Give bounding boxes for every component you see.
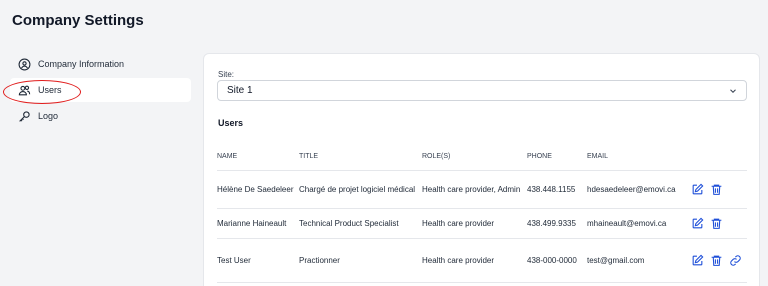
sidebar-item-users[interactable]: Users <box>10 78 191 102</box>
key-icon <box>18 110 31 123</box>
users-table: NAME TITLE ROLE(S) PHONE EMAIL Hélène De… <box>217 144 747 283</box>
edit-icon[interactable] <box>691 217 704 230</box>
users-panel: Site: Site 1 Users NAME TITLE ROLE(S) PH… <box>203 53 760 286</box>
column-header-name: NAME <box>217 144 299 171</box>
page-title: Company Settings <box>12 12 144 29</box>
trash-icon[interactable] <box>710 183 723 196</box>
users-heading: Users <box>218 118 244 128</box>
cell-roles: Health care provider <box>422 208 527 239</box>
cell-title: Chargé de projet logiciel médical <box>299 170 422 209</box>
cell-email: mhaineault@emovi.ca <box>587 208 691 239</box>
cell-phone: 438.499.9335 <box>527 208 587 239</box>
table-header-row: NAME TITLE ROLE(S) PHONE EMAIL <box>217 144 747 171</box>
cell-roles: Health care provider <box>422 238 527 283</box>
column-header-email: EMAIL <box>587 144 691 171</box>
cell-title: Technical Product Specialist <box>299 208 422 239</box>
table-row: Marianne Haineault Technical Product Spe… <box>217 208 747 239</box>
cell-email: hdesaedeleer@emovi.ca <box>587 170 691 209</box>
column-header-roles: ROLE(S) <box>422 144 527 171</box>
site-select-value: Site 1 <box>227 85 253 96</box>
column-header-title: TITLE <box>299 144 422 171</box>
cell-phone: 438-000-0000 <box>527 238 587 283</box>
cell-name: Marianne Haineault <box>217 208 299 239</box>
trash-icon[interactable] <box>710 217 723 230</box>
cell-actions <box>691 238 747 283</box>
column-header-phone: PHONE <box>527 144 587 171</box>
cell-actions <box>691 208 747 239</box>
sidebar-item-label: Company Information <box>38 59 125 69</box>
column-header-actions <box>691 144 747 171</box>
sidebar-item-label: Logo <box>38 111 59 121</box>
sidebar-item-company-information[interactable]: Company Information <box>10 52 191 76</box>
cell-actions <box>691 170 747 209</box>
trash-icon[interactable] <box>710 254 723 267</box>
settings-sidebar: Company Information Users Logo <box>10 52 191 130</box>
edit-icon[interactable] <box>691 254 704 267</box>
sidebar-item-label: Users <box>38 85 62 95</box>
cell-email: test@gmail.com <box>587 238 691 283</box>
edit-icon[interactable] <box>691 183 704 196</box>
table-row: Test User Practionner Health care provid… <box>217 238 747 283</box>
link-icon[interactable] <box>729 254 742 267</box>
sidebar-item-logo[interactable]: Logo <box>10 104 191 128</box>
site-select[interactable]: Site 1 <box>217 80 747 101</box>
cell-title: Practionner <box>299 238 422 283</box>
table-row: Hélène De Saedeleer Chargé de projet log… <box>217 170 747 209</box>
users-icon <box>18 84 31 97</box>
cell-roles: Health care provider, Admin <box>422 170 527 209</box>
cell-name: Test User <box>217 238 299 283</box>
chevron-down-icon <box>728 86 738 96</box>
site-label: Site: <box>218 70 235 79</box>
user-circle-icon <box>18 58 31 71</box>
cell-name: Hélène De Saedeleer <box>217 170 299 209</box>
cell-phone: 438.448.1155 <box>527 170 587 209</box>
